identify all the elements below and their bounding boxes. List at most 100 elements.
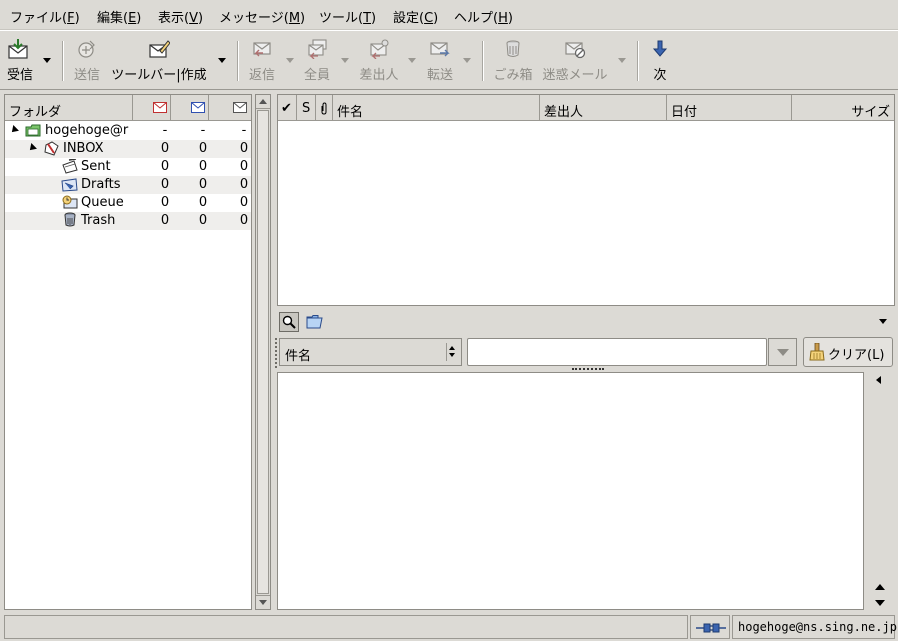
search-input[interactable]	[467, 338, 767, 366]
unread-count: 0	[198, 213, 208, 228]
reply-dropdown-arrow[interactable]	[286, 58, 294, 63]
reply-all-label: 全員	[303, 68, 330, 83]
date-column-header[interactable]: 日付	[667, 95, 792, 121]
arrow-left-icon[interactable]	[876, 376, 881, 384]
arrow-up-icon[interactable]	[875, 584, 885, 590]
total-count: -	[241, 123, 247, 138]
handle-grip[interactable]	[275, 338, 278, 368]
spin-arrows-icon	[446, 343, 447, 361]
folder-row-queue[interactable]: Queue 0 0 0	[5, 194, 251, 212]
statusbar: hogehoge@ns.sing.ne.jp	[0, 612, 898, 641]
message-view[interactable]	[277, 372, 864, 610]
status-column-header[interactable]: S	[297, 95, 316, 121]
chevron-down-icon	[777, 349, 789, 356]
menu-message[interactable]: メッセージ(M)	[219, 7, 305, 26]
menu-settings[interactable]: 設定(C)	[393, 7, 438, 26]
online-toggle-button[interactable]	[690, 615, 730, 639]
view-splitter[interactable]	[572, 368, 604, 371]
broom-icon	[809, 343, 825, 361]
scroll-down-button[interactable]	[256, 595, 270, 609]
folder-name: Queue	[81, 195, 124, 210]
search-field-select[interactable]: 件名	[279, 338, 462, 366]
menu-view[interactable]: 表示(V)	[158, 7, 203, 26]
subject-header-label: 件名	[337, 105, 364, 120]
search-history-dropdown[interactable]	[768, 338, 797, 366]
account-status[interactable]: hogehoge@ns.sing.ne.jp	[732, 615, 897, 639]
status-header-label: S	[302, 101, 311, 116]
folder-open-icon[interactable]	[306, 315, 324, 329]
mark-header-label: ✔	[281, 101, 292, 116]
menu-edit[interactable]: 編集(E)	[97, 7, 141, 26]
new-count: 0	[160, 177, 170, 192]
reply-button[interactable]: 返信	[244, 31, 280, 89]
menu-file[interactable]: ファイル(F)	[10, 7, 80, 26]
subject-column-header[interactable]: 件名	[333, 95, 540, 121]
reply-all-button[interactable]: 全員	[300, 31, 334, 89]
new-column-header[interactable]	[133, 95, 171, 121]
receive-label: 受信	[6, 68, 33, 83]
mark-column-header[interactable]: ✔	[278, 95, 297, 121]
collapse-arrow-icon[interactable]	[9, 125, 19, 135]
reply-sender-icon	[370, 39, 389, 59]
queue-icon	[62, 195, 78, 209]
compose-icon	[149, 40, 170, 58]
scroll-up-button[interactable]	[256, 95, 270, 109]
junk-dropdown-arrow[interactable]	[618, 58, 626, 63]
folder-row-trash[interactable]: Trash 0 0 0	[5, 212, 251, 230]
from-column-header[interactable]: 差出人	[540, 95, 667, 121]
folder-name: Sent	[81, 159, 111, 174]
mailbox-icon	[25, 124, 41, 137]
forward-button[interactable]: 転送	[422, 31, 458, 89]
junk-mail-icon	[565, 42, 586, 59]
reply-sender-button[interactable]: 差出人	[356, 31, 402, 89]
forward-dropdown-arrow[interactable]	[463, 58, 471, 63]
reply-sender-dropdown-arrow[interactable]	[408, 58, 416, 63]
folder-row-sent[interactable]: Sent 0 0 0	[5, 158, 251, 176]
arrow-down-icon[interactable]	[875, 600, 885, 606]
new-count: -	[162, 123, 168, 138]
trash-button[interactable]: ごみ箱	[490, 31, 536, 89]
reply-all-icon	[308, 39, 327, 59]
attachment-column-header[interactable]	[316, 95, 333, 121]
new-count: 0	[160, 159, 170, 174]
junk-button[interactable]: 迷惑メール	[541, 31, 609, 89]
toolbar-separator	[237, 41, 239, 81]
scroll-thumb[interactable]	[257, 110, 269, 594]
arrow-down-icon	[259, 600, 267, 605]
receive-button[interactable]: 受信	[2, 31, 38, 89]
unread-count: 0	[198, 141, 208, 156]
clear-button[interactable]: クリア(L)	[803, 337, 893, 367]
folder-name: hogehoge@r	[45, 123, 129, 138]
unread-count: 0	[198, 177, 208, 192]
collapse-arrow-icon[interactable]	[27, 143, 37, 153]
receive-icon	[8, 39, 28, 59]
folder-scrollbar[interactable]	[255, 94, 271, 610]
reply-all-dropdown-arrow[interactable]	[341, 58, 349, 63]
folder-name: INBOX	[63, 141, 104, 156]
next-label: 次	[653, 68, 667, 83]
folder-row-account[interactable]: hogehoge@r - - -	[5, 122, 251, 140]
new-count: 0	[160, 213, 170, 228]
quicksearch-toggle-button[interactable]	[279, 312, 299, 332]
unread-column-header[interactable]	[171, 95, 209, 121]
folder-column-header[interactable]: フォルダ	[5, 95, 133, 121]
folder-tree[interactable]: フォルダ hogehoge@r - - - INBOX 0 0 0 Sent 0…	[4, 94, 252, 610]
size-column-header[interactable]: サイズ	[792, 95, 894, 121]
quicksearch-expand-arrow[interactable]	[879, 319, 887, 324]
new-count: 0	[160, 141, 170, 156]
receive-dropdown-arrow[interactable]	[43, 58, 51, 63]
total-column-header[interactable]	[209, 95, 251, 121]
folder-name: Drafts	[81, 177, 121, 192]
next-button[interactable]: 次	[645, 31, 675, 89]
compose-button[interactable]: ツールバー|作成	[108, 31, 210, 89]
compose-dropdown-arrow[interactable]	[218, 58, 226, 63]
reply-icon	[253, 42, 271, 57]
menu-tools[interactable]: ツール(T)	[319, 7, 376, 26]
menu-help[interactable]: ヘルプ(H)	[454, 7, 513, 26]
message-list[interactable]: ✔ S 件名 差出人 日付 サイズ	[277, 94, 895, 306]
mail-icon	[233, 102, 247, 113]
folder-row-inbox[interactable]: INBOX 0 0 0	[5, 140, 251, 158]
send-button[interactable]: 送信	[68, 31, 106, 89]
folder-row-drafts[interactable]: Drafts 0 0 0	[5, 176, 251, 194]
total-count: 0	[239, 213, 249, 228]
